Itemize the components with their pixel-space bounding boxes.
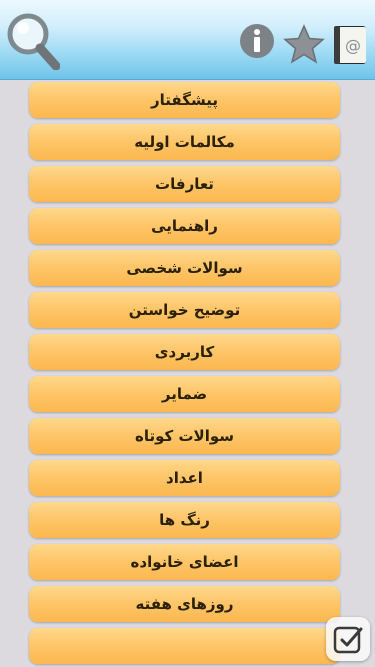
- list-item-label: ضمایر: [161, 385, 208, 403]
- list-item-label: راهنمایی: [151, 217, 218, 235]
- list-item[interactable]: روزهای هفته: [29, 586, 340, 622]
- svg-text:@: @: [345, 36, 361, 55]
- list-item-label: پیشگفتار: [151, 91, 218, 109]
- list-item[interactable]: توضیح خواستن: [29, 292, 340, 328]
- list-item[interactable]: تعارفات: [29, 166, 340, 202]
- list-item[interactable]: ضمایر: [29, 376, 340, 412]
- list-item-label: سوالات کوتاه: [135, 427, 235, 445]
- list-item[interactable]: کاربردی: [29, 334, 340, 370]
- list-item-label: روزهای هفته: [135, 595, 234, 613]
- list-item-label: مکالمات اولیه: [134, 133, 235, 151]
- info-icon[interactable]: [238, 22, 276, 60]
- list-item-label: کاربردی: [154, 343, 215, 361]
- list-item[interactable]: راهنمایی: [29, 208, 340, 244]
- list-item-label: توضیح خواستن: [128, 301, 241, 319]
- list-item-label: اعضای خانواده: [130, 553, 239, 571]
- list-item-label: اعداد: [166, 469, 203, 487]
- search-icon[interactable]: [4, 10, 60, 70]
- top-toolbar: @: [0, 0, 375, 80]
- list-item-partial[interactable]: [29, 628, 340, 664]
- list-item-label: رنگ ها: [159, 511, 210, 529]
- topics-list: پیشگفتار مکالمات اولیه تعارفات راهنمایی …: [0, 80, 375, 667]
- list-item[interactable]: مکالمات اولیه: [29, 124, 340, 160]
- contacts-book-icon[interactable]: @: [332, 24, 370, 66]
- list-item[interactable]: پیشگفتار: [29, 82, 340, 118]
- list-item[interactable]: سوالات کوتاه: [29, 418, 340, 454]
- list-item-label: سوالات شخصی: [126, 259, 243, 277]
- list-item[interactable]: اعداد: [29, 460, 340, 496]
- list-item[interactable]: رنگ ها: [29, 502, 340, 538]
- list-item[interactable]: اعضای خانواده: [29, 544, 340, 580]
- list-item-label: تعارفات: [155, 175, 214, 193]
- list-item[interactable]: سوالات شخصی: [29, 250, 340, 286]
- star-icon[interactable]: [283, 24, 325, 64]
- pen-square-icon: [333, 626, 363, 654]
- floating-action-button[interactable]: [326, 617, 370, 661]
